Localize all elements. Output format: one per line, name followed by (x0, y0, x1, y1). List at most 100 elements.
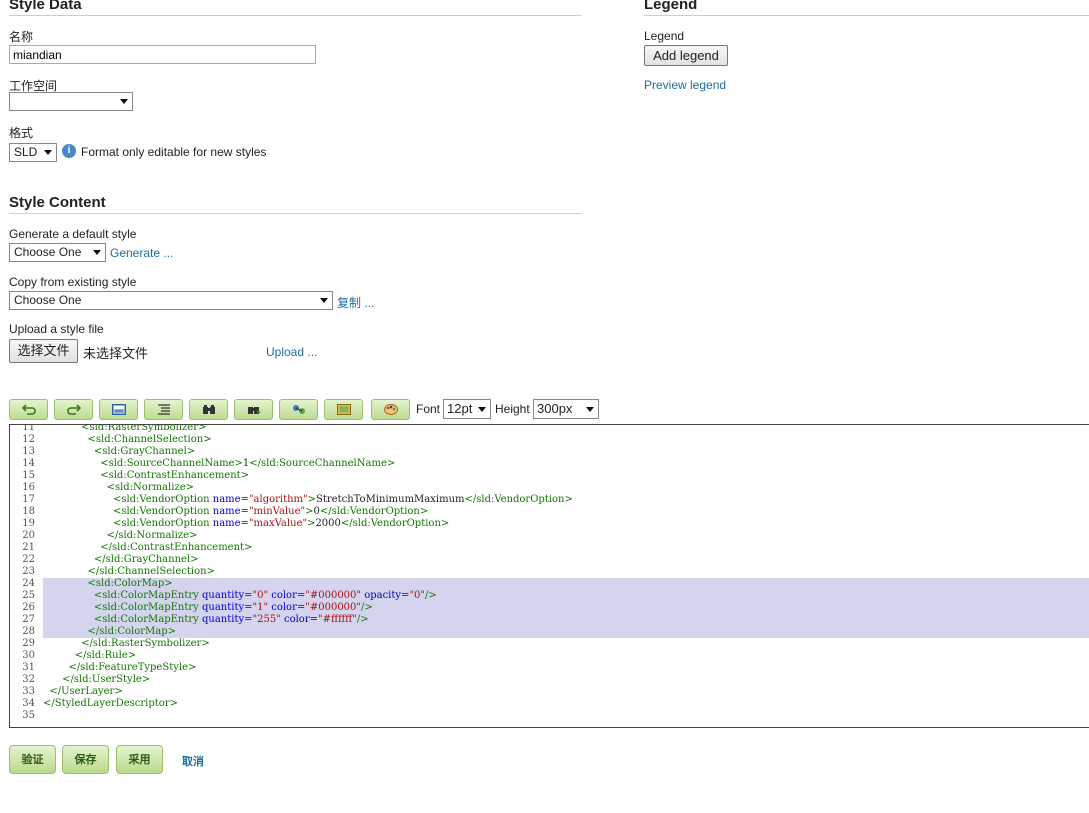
line-number: 27 (22, 614, 35, 625)
code-text: <sld:VendorOption name="minValue">0</sld… (43, 506, 428, 518)
geo-icon (293, 405, 305, 414)
apply-button[interactable]: 采用 (116, 745, 163, 774)
code-line[interactable]: 24 <sld:ColorMap> (22, 578, 1089, 590)
code-line[interactable]: 12 <sld:ChannelSelection> (10, 434, 1089, 446)
code-line[interactable]: 29 </sld:RasterSymbolizer> (10, 638, 1089, 650)
redo-icon (67, 404, 81, 415)
code-line[interactable]: 26 <sld:ColorMapEntry quantity="1" color… (22, 602, 1089, 614)
code-line[interactable]: 14 <sld:SourceChannelName>1</sld:SourceC… (10, 458, 1089, 470)
validate-button[interactable]: 验证 (9, 745, 56, 774)
copy-select-value: Choose One (14, 293, 82, 307)
copy-link[interactable]: 复制 ... (337, 294, 374, 311)
code-token: <sld:ColorMapEntry (93, 614, 202, 625)
find-replace-button[interactable] (234, 399, 273, 420)
code-token: /> (356, 614, 369, 625)
height-select[interactable]: 300px (533, 399, 599, 419)
image-icon (337, 404, 351, 415)
find-button[interactable] (189, 399, 228, 420)
code-line[interactable]: 13 <sld:GrayChannel> (10, 446, 1089, 458)
geo-button[interactable] (279, 399, 318, 420)
code-line[interactable]: 11 <sld:RasterSymbolizer> (10, 425, 1089, 434)
code-line[interactable]: 23 </sld:ChannelSelection> (10, 566, 1089, 578)
code-line[interactable]: 25 <sld:ColorMapEntry quantity="0" color… (22, 590, 1089, 602)
font-label: Font (416, 402, 441, 416)
code-line[interactable]: 22 </sld:GrayChannel> (10, 554, 1089, 566)
go-to-line-button[interactable] (99, 399, 138, 420)
code-editor[interactable]: 11 <sld:RasterSymbolizer> 12 <sld:Channel… (9, 424, 1089, 728)
choose-file-button[interactable]: 选择文件 (9, 339, 78, 363)
code-line[interactable]: 18 <sld:VendorOption name="minValue">0</… (10, 506, 1089, 518)
code-line[interactable]: 31 </sld:FeatureTypeStyle> (10, 662, 1089, 674)
format-select-value: SLD (14, 145, 38, 159)
code-token: <sld:ColorMapEntry (93, 602, 202, 613)
code-line[interactable]: 17 <sld:VendorOption name="algorithm">St… (10, 494, 1089, 506)
legend-divider (644, 15, 1089, 16)
code-token: <sld:Normalize> (106, 482, 195, 493)
code-token: "#ffffff" (317, 614, 357, 625)
line-number: 16 (22, 482, 35, 493)
code-token: "algorithm" (248, 494, 308, 505)
code-text: <sld:ColorMap> (43, 578, 173, 590)
code-token: "#000000" (305, 602, 362, 613)
preview-legend-link[interactable]: Preview legend (644, 78, 726, 92)
line-number: 13 (22, 446, 35, 457)
code-text: </StyledLayerDescriptor> (43, 698, 178, 710)
upload-link[interactable]: Upload ... (266, 345, 317, 359)
save-button[interactable]: 保存 (62, 745, 109, 774)
code-text: <sld:ContrastEnhancement> (43, 470, 249, 482)
generate-style-select[interactable]: Choose One (9, 243, 106, 262)
undo-button[interactable] (9, 399, 48, 420)
code-token: "1" (252, 602, 269, 613)
line-number: 21 (22, 542, 35, 553)
generate-link[interactable]: Generate ... (110, 246, 173, 260)
chevron-down-icon (120, 99, 128, 104)
copy-label: Copy from existing style (9, 275, 137, 289)
code-token: </sld:Rule> (74, 650, 137, 661)
code-token: "minValue" (248, 506, 306, 517)
code-token: </sld:VendorOption> (340, 518, 450, 529)
code-token: </sld:GrayChannel> (93, 554, 199, 565)
color-picker-button[interactable] (371, 399, 410, 420)
add-legend-button[interactable]: Add legend (644, 45, 728, 66)
line-number: 25 (22, 590, 35, 601)
code-line[interactable]: 33 </UserLayer> (10, 686, 1089, 698)
reindent-button[interactable] (144, 399, 183, 420)
code-line[interactable]: 35 (10, 710, 1089, 722)
copy-style-select[interactable]: Choose One (9, 291, 333, 310)
image-button[interactable] (324, 399, 363, 420)
code-token: quantity= (201, 602, 253, 613)
redo-button[interactable] (54, 399, 93, 420)
format-select[interactable]: SLD (9, 143, 57, 162)
code-line[interactable]: 19 <sld:VendorOption name="maxValue">200… (10, 518, 1089, 530)
code-text: </sld:ColorMap> (43, 626, 177, 638)
code-line[interactable]: 28 </sld:ColorMap> (22, 626, 1089, 638)
code-token: <sld:VendorOption (112, 506, 213, 517)
upload-label: Upload a style file (9, 322, 104, 336)
code-line[interactable]: 20 </sld:Normalize> (10, 530, 1089, 542)
code-line[interactable]: 32 </sld:UserStyle> (10, 674, 1089, 686)
code-line[interactable]: 27 <sld:ColorMapEntry quantity="255" col… (22, 614, 1089, 626)
code-token: </sld:ColorMap> (87, 626, 177, 637)
code-line[interactable]: 16 <sld:Normalize> (10, 482, 1089, 494)
name-input[interactable] (9, 45, 316, 64)
line-number: 33 (22, 686, 35, 697)
code-line[interactable]: 30 </sld:Rule> (10, 650, 1089, 662)
code-text: </sld:FeatureTypeStyle> (43, 662, 196, 674)
code-token: </sld:ChannelSelection> (87, 566, 215, 577)
code-line[interactable]: 21 </sld:ContrastEnhancement> (10, 542, 1089, 554)
font-size-select[interactable]: 12pt (443, 399, 491, 419)
code-token: color= (268, 602, 306, 613)
code-token: </UserLayer> (49, 686, 123, 697)
code-line[interactable]: 15 <sld:ContrastEnhancement> (10, 470, 1089, 482)
code-line[interactable]: 34 </StyledLayerDescriptor> (10, 698, 1089, 710)
cancel-link[interactable]: 取消 (182, 753, 204, 769)
workspace-select[interactable] (9, 92, 133, 111)
undo-icon (22, 404, 36, 415)
